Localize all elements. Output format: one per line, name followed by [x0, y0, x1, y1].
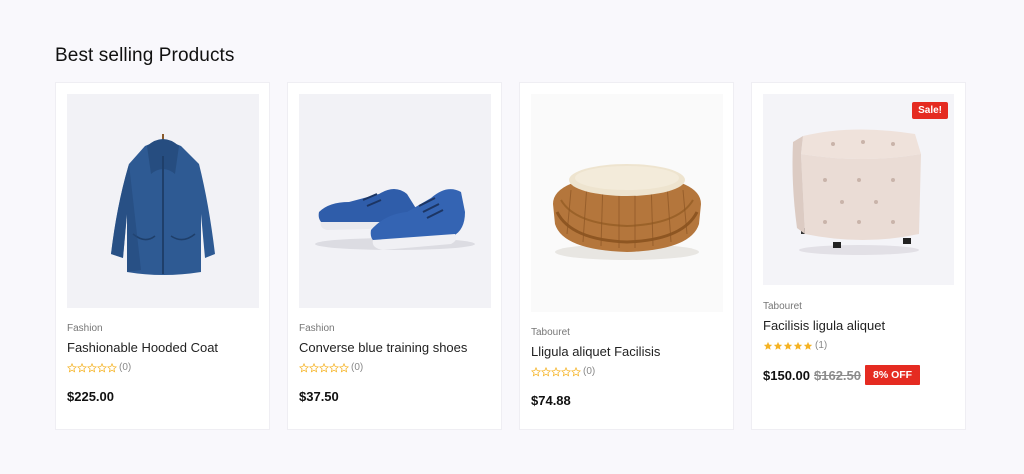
rating-stars: [763, 341, 813, 351]
star-icon: [571, 366, 581, 377]
sale-badge: Sale!: [912, 102, 948, 119]
product-category: Fashion: [67, 323, 103, 334]
product-category: Fashion: [299, 323, 335, 334]
product-card[interactable]: Sale! Tabouret Facilisis ligula aliquet …: [751, 82, 966, 430]
star-icon: [67, 362, 77, 373]
star-icon: [773, 341, 783, 350]
star-icon: [319, 362, 329, 373]
star-icon: [339, 362, 349, 373]
rating-stars: [531, 366, 581, 377]
star-icon: [87, 362, 97, 373]
product-price: $225.00: [67, 389, 114, 404]
star-icon: [77, 362, 87, 373]
rating-stars: [67, 362, 117, 373]
hooded-coat-image[interactable]: [67, 94, 259, 308]
section-title: Best selling Products: [55, 45, 235, 66]
product-name-link[interactable]: Lligula aliquet Facilisis: [531, 344, 660, 359]
product-category: Tabouret: [763, 301, 802, 312]
product-category: Tabouret: [531, 327, 570, 338]
star-icon: [783, 341, 793, 350]
product-card[interactable]: Fashion Fashionable Hooded Coat (0) $225…: [55, 82, 270, 430]
product-rating: (0): [531, 366, 660, 377]
review-count: (0): [119, 362, 132, 373]
pouf-image[interactable]: [531, 94, 723, 312]
product-card[interactable]: Fashion Converse blue training shoes (0)…: [287, 82, 502, 430]
sneakers-image[interactable]: [299, 94, 491, 308]
star-icon: [299, 362, 309, 373]
price-row: $225.00: [67, 389, 218, 404]
rating-stars: [299, 362, 349, 373]
discount-badge: 8% OFF: [865, 365, 921, 385]
tufted-ottoman-image[interactable]: Sale!: [763, 94, 954, 285]
star-icon: [107, 362, 117, 373]
star-icon: [329, 362, 339, 373]
star-icon: [551, 366, 561, 377]
price-row: $150.00 $162.50 8% OFF: [763, 365, 921, 385]
price-row: $74.88: [531, 393, 660, 408]
product-price: $74.88: [531, 393, 571, 408]
star-icon: [561, 366, 571, 377]
product-rating: (0): [67, 362, 218, 373]
product-card[interactable]: Tabouret Lligula aliquet Facilisis (0) $…: [519, 82, 734, 430]
product-price: $150.00: [763, 367, 810, 383]
product-rating: (1): [763, 340, 920, 351]
product-price: $37.50: [299, 389, 339, 404]
product-rating: (0): [299, 362, 467, 373]
product-name-link[interactable]: Facilisis ligula aliquet: [763, 318, 920, 333]
star-icon: [97, 362, 107, 373]
review-count: (1): [815, 340, 828, 351]
star-icon: [531, 366, 541, 377]
star-icon: [541, 366, 551, 377]
original-price: $162.50: [814, 367, 861, 383]
star-icon: [309, 362, 319, 373]
review-count: (0): [351, 362, 364, 373]
review-count: (0): [583, 366, 596, 377]
star-icon: [803, 341, 813, 350]
price-row: $37.50: [299, 389, 467, 404]
star-icon: [763, 341, 773, 350]
product-name-link[interactable]: Converse blue training shoes: [299, 340, 467, 355]
star-icon: [793, 341, 803, 350]
product-grid: Fashion Fashionable Hooded Coat (0) $225…: [55, 82, 966, 430]
product-name-link[interactable]: Fashionable Hooded Coat: [67, 340, 218, 355]
